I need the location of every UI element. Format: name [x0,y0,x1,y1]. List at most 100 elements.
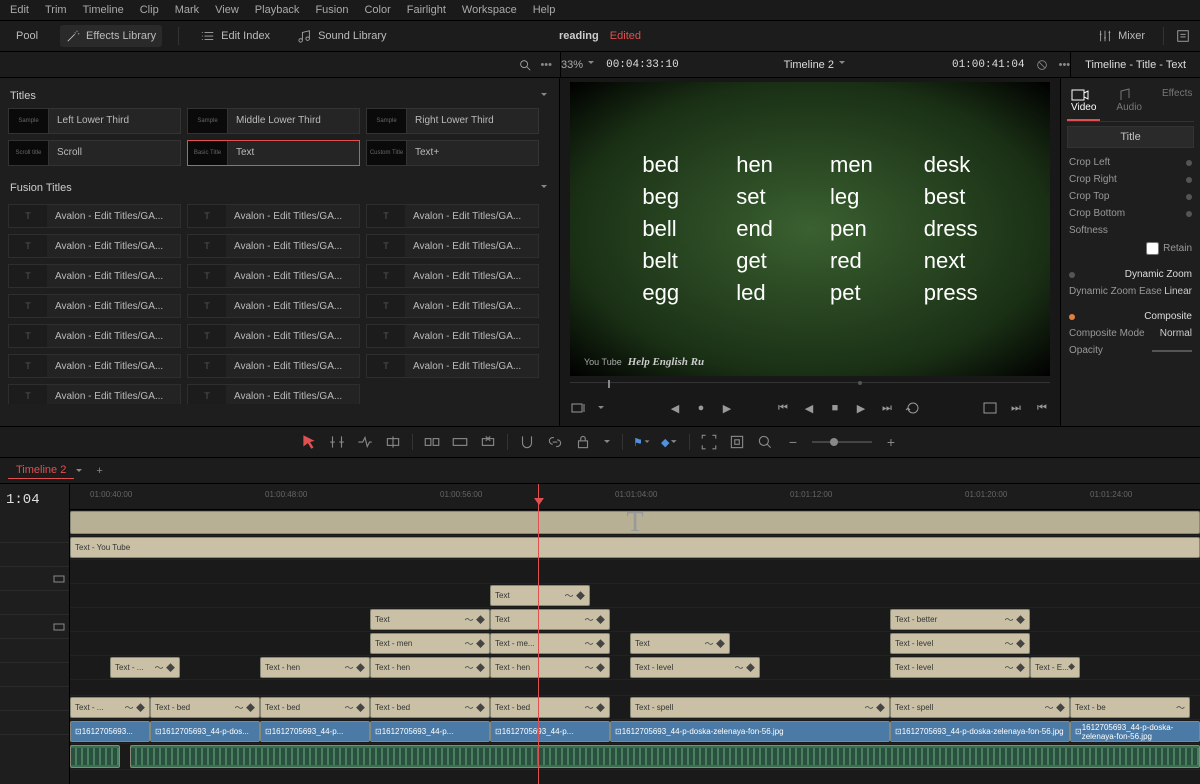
menu-clip[interactable]: Clip [140,4,159,16]
effects-library-button[interactable]: Effects Library [60,25,162,47]
track-header[interactable] [0,686,69,710]
fusion-title-item[interactable]: TAvalon - Edit Titles/GA... [187,324,360,348]
fusion-title-item[interactable]: TAvalon - Edit Titles/GA... [187,384,360,404]
clip-text-spell[interactable]: Text - spell〜 ◆ [630,697,890,718]
arrow-tool-icon[interactable] [300,433,318,451]
chevron-down-icon[interactable] [74,466,84,476]
overwrite-clip-icon[interactable] [451,433,469,451]
video-track[interactable] [70,560,1200,584]
keyframe-dot[interactable] [1186,211,1192,217]
clip-text-be[interactable]: Text - be〜 [1070,697,1190,718]
title-item[interactable]: SampleLeft Lower Third [8,108,181,134]
playhead[interactable] [538,484,539,784]
audio-track[interactable] [70,744,1200,770]
zoom-detail-icon[interactable] [728,433,746,451]
title-item[interactable]: SampleRight Lower Third [366,108,539,134]
video-track[interactable]: Text - You Tube [70,536,1200,560]
video-track[interactable]: Text〜 ◆ [70,584,1200,608]
keyframe-dot[interactable] [1186,194,1192,200]
fusion-title-item[interactable]: TAvalon - Edit Titles/GA... [187,264,360,288]
tab-video[interactable]: Video [1067,82,1100,121]
metadata-icon[interactable] [1176,29,1190,43]
title-item[interactable]: Custom TitleText+ [366,140,539,166]
clip-text-bed[interactable]: Text - bed〜 ◆ [490,697,610,718]
link-icon[interactable] [546,433,564,451]
menu-workspace[interactable]: Workspace [462,4,517,16]
zoom-custom-icon[interactable] [756,433,774,451]
tab-audio[interactable]: Audio [1112,82,1146,121]
video-track[interactable]: ⊡ 1612705693... ⊡ 1612705693_44-p-dos...… [70,720,1200,744]
add-timeline-icon[interactable]: + [96,465,102,477]
fusion-title-item[interactable]: TAvalon - Edit Titles/GA... [8,324,181,348]
clip-text[interactable]: Text〜 ◆ [370,609,490,630]
clip-text-spell[interactable]: Text - spell〜 ◆ [890,697,1070,718]
zoom-level[interactable]: 33% [561,58,596,71]
in-out-icon[interactable]: ● [693,400,709,416]
fusion-title-item[interactable]: TAvalon - Edit Titles/GA... [187,294,360,318]
clip-text-hen[interactable]: Text - hen〜 ◆ [260,657,370,678]
title-item[interactable]: Basic TitleText [187,140,360,166]
play-icon[interactable]: ▶ [853,400,869,416]
zoom-in-icon[interactable]: + [882,433,900,451]
keyframe-dot[interactable] [1186,177,1192,183]
next-mark-icon[interactable]: ▶ [719,400,735,416]
options-icon[interactable]: ••• [540,59,552,71]
title-item[interactable]: SampleMiddle Lower Third [187,108,360,134]
go-start-icon[interactable]: ⏮ [775,400,791,416]
fusion-title-item[interactable]: TAvalon - Edit Titles/GA... [366,354,539,378]
fusion-section-header[interactable]: Fusion Titles [8,176,551,200]
next-clip-icon[interactable]: ⏭ [1008,400,1024,416]
track-header[interactable] [0,710,69,734]
clip-video[interactable]: ⊡ 1612705693... [70,721,150,742]
toggle-dot[interactable] [1069,272,1075,278]
blade-tool-icon[interactable] [384,433,402,451]
clip-video[interactable]: ⊡ 1612705693_44-p-doska-zelenaya-fon-56.… [1070,721,1200,742]
timeline-ruler[interactable]: 01:00:40:00 01:00:48:00 01:00:56:00 01:0… [70,484,1200,510]
play-reverse-icon[interactable]: ◀ [801,400,817,416]
video-track[interactable] [70,680,1200,696]
clip-text-level[interactable]: Text - level〜 ◆ [630,657,760,678]
toggle-dot[interactable] [1069,314,1075,320]
clip-text-hen[interactable]: Text - hen〜 ◆ [370,657,490,678]
clip-text-men[interactable]: Text - men〜 ◆ [370,633,490,654]
clip-video[interactable]: ⊡ 1612705693_44-p... [260,721,370,742]
clip-video[interactable]: ⊡ 1612705693_44-p... [370,721,490,742]
insert-clip-icon[interactable] [423,433,441,451]
clip-text[interactable]: Text〜 ◆ [490,609,610,630]
sound-library-button[interactable]: Sound Library [292,25,393,47]
clip-text[interactable]: Text - ...〜 ◆ [70,697,150,718]
media-pool-button[interactable]: Pool [10,26,44,46]
clip-video[interactable]: ⊡ 1612705693_44-p-doska-zelenaya-fon-56.… [610,721,890,742]
go-end-icon[interactable]: ⏭ [879,400,895,416]
timeline-tab[interactable]: Timeline 2 [8,462,74,479]
fusion-title-item[interactable]: TAvalon - Edit Titles/GA... [366,234,539,258]
fusion-title-item[interactable]: TAvalon - Edit Titles/GA... [366,264,539,288]
menu-fairlight[interactable]: Fairlight [407,4,446,16]
menu-timeline[interactable]: Timeline [83,4,124,16]
video-track[interactable]: Text - ...〜 ◆ Text - bed〜 ◆ Text - bed〜 … [70,696,1200,720]
keyframe-dot[interactable] [1186,160,1192,166]
menu-trim[interactable]: Trim [45,4,67,16]
bypass-icon[interactable] [1035,58,1049,72]
video-track[interactable]: Text〜 ◆ Text〜 ◆ Text - better〜 ◆ [70,608,1200,632]
title-item[interactable]: Scroll titleScroll [8,140,181,166]
edit-index-button[interactable]: Edit Index [195,25,276,47]
menu-edit[interactable]: Edit [10,4,29,16]
menu-playback[interactable]: Playback [255,4,300,16]
fusion-title-item[interactable]: TAvalon - Edit Titles/GA... [187,204,360,228]
menu-color[interactable]: Color [364,4,390,16]
track-header[interactable] [0,662,69,686]
video-track[interactable]: Text - ...〜 ◆ Text - hen〜 ◆ Text - hen〜 … [70,656,1200,680]
track-header[interactable] [0,734,69,758]
timeline-body[interactable]: 01:00:40:00 01:00:48:00 01:00:56:00 01:0… [70,484,1200,784]
snap-icon[interactable] [518,433,536,451]
clip-text[interactable]: Text〜 ◆ [630,633,730,654]
search-icon[interactable] [518,58,532,72]
clip-text-bed[interactable]: Text - bed〜 ◆ [150,697,260,718]
loop-icon[interactable] [905,400,921,416]
menu-help[interactable]: Help [533,4,556,16]
clip-text-hen[interactable]: Text - hen〜 ◆ [490,657,610,678]
fusion-title-item[interactable]: TAvalon - Edit Titles/GA... [8,204,181,228]
viewer-options-icon[interactable]: ••• [1059,59,1071,71]
fusion-title-item[interactable]: TAvalon - Edit Titles/GA... [8,354,181,378]
